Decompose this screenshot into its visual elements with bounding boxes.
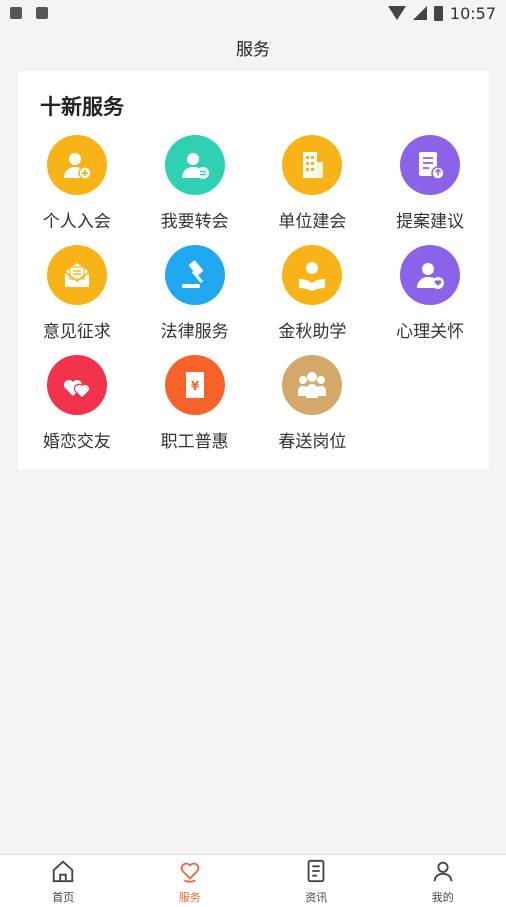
news-doc-icon <box>303 858 329 889</box>
bottom-tab-bar: 首页 服务 资讯 我的 <box>0 854 506 907</box>
person-add-icon <box>46 135 107 195</box>
home-icon <box>50 858 76 889</box>
status-time: 10:57 <box>449 3 496 23</box>
service-label: 个人入会 <box>42 212 111 232</box>
notification-icon <box>36 7 48 19</box>
service-item[interactable]: 我要转会 <box>136 131 254 241</box>
service-label: 单位建会 <box>278 212 347 232</box>
service-item[interactable]: 金秋助学 <box>254 241 372 351</box>
service-label: 金秋助学 <box>278 322 347 342</box>
tab-item[interactable]: 我的 <box>380 855 506 907</box>
service-label: 提案建议 <box>396 212 465 232</box>
services-grid: 个人入会 我要转会 单位建会 提案建议意见征求 法律服务 金秋助学 心理关怀婚恋交友 ¥ 职工普… <box>18 131 489 461</box>
service-label: 法律服务 <box>160 322 229 342</box>
service-heart-icon <box>177 858 203 889</box>
notification-icons <box>10 7 48 19</box>
team-icon <box>282 355 343 415</box>
service-label: 心理关怀 <box>396 322 465 342</box>
service-label: 意见征求 <box>42 322 111 342</box>
tab-label: 服务 <box>178 890 201 904</box>
tab-label: 我的 <box>431 890 454 904</box>
service-item[interactable]: 意见征求 <box>18 241 136 351</box>
section-title: 十新服务 <box>40 95 124 119</box>
mail-icon <box>46 245 107 305</box>
status-right: 10:57 <box>387 3 496 23</box>
hearts-icon <box>46 355 107 415</box>
service-label: 春送岗位 <box>278 432 347 452</box>
wifi-icon <box>387 6 406 20</box>
tab-label: 首页 <box>52 890 75 904</box>
services-card: 十新服务 个人入会 我要转会 单位建会 提案建议意见征求 法律服务 金秋助学 心理关怀婚恋交… <box>18 71 489 470</box>
user-icon <box>430 858 456 889</box>
status-bar: 10:57 <box>0 0 506 26</box>
person-transfer-icon <box>164 135 225 195</box>
page-title: 服务 <box>236 39 270 60</box>
service-item[interactable]: 婚恋交友 <box>18 351 136 461</box>
page-header: 服务 <box>0 26 506 68</box>
service-item[interactable]: 春送岗位 <box>254 351 372 461</box>
student-book-icon <box>282 245 343 305</box>
service-item[interactable]: 心理关怀 <box>371 241 489 351</box>
gavel-icon <box>164 245 225 305</box>
service-item[interactable]: 个人入会 <box>18 131 136 241</box>
svg-text:¥: ¥ <box>190 379 199 393</box>
tab-item[interactable]: 服务 <box>127 855 254 907</box>
building-icon <box>282 135 343 195</box>
person-heart-icon <box>400 245 461 305</box>
signal-icon <box>412 6 427 20</box>
service-label: 婚恋交友 <box>42 432 111 452</box>
service-item[interactable]: 提案建议 <box>371 131 489 241</box>
proposal-doc-icon <box>400 135 461 195</box>
battery-icon <box>433 5 443 21</box>
service-label: 我要转会 <box>160 212 229 232</box>
service-item[interactable]: 法律服务 <box>136 241 254 351</box>
voucher-icon: ¥ <box>164 355 225 415</box>
service-label: 职工普惠 <box>160 432 229 452</box>
notification-icon <box>10 7 22 19</box>
tab-item[interactable]: 首页 <box>0 855 127 907</box>
tab-item[interactable]: 资讯 <box>253 855 380 907</box>
service-item[interactable]: ¥ 职工普惠 <box>136 351 254 461</box>
service-item[interactable]: 单位建会 <box>254 131 372 241</box>
tab-label: 资讯 <box>305 890 328 904</box>
